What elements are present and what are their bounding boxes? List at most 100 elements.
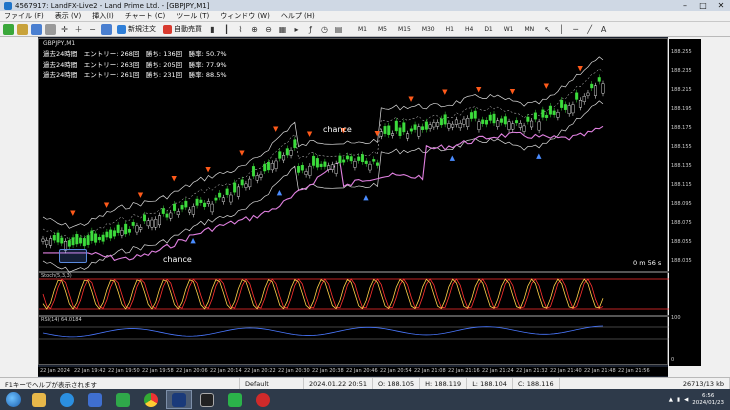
- candle-body: [255, 175, 259, 181]
- candle-body: [79, 237, 83, 244]
- volume-icon[interactable]: ◀: [684, 397, 688, 403]
- autoscroll-icon[interactable]: ▸: [291, 24, 302, 35]
- taskbar-mt4[interactable]: [110, 390, 136, 409]
- candle-body: [199, 199, 203, 204]
- panel-separator: [39, 315, 669, 317]
- candle-body: [484, 120, 488, 125]
- taskbar-recorder[interactable]: [250, 390, 276, 409]
- status-open: O: 188.105: [373, 377, 421, 390]
- taskbar-mt4-active[interactable]: [166, 390, 192, 409]
- x-tick: 22 Jan 20:06: [176, 368, 208, 374]
- candle-body: [492, 113, 496, 124]
- auto-trade-button[interactable]: 自動売買: [163, 24, 202, 34]
- minimize-button[interactable]: –: [676, 1, 694, 10]
- tf-w1[interactable]: W1: [504, 26, 514, 33]
- tf-d1[interactable]: D1: [484, 26, 492, 33]
- new-order-button[interactable]: 新規注文: [117, 24, 156, 34]
- tray-up-icon[interactable]: ▲: [669, 397, 673, 403]
- market-watch-icon[interactable]: [31, 23, 42, 35]
- candle-body: [233, 182, 237, 193]
- candle-body: [139, 227, 143, 230]
- menu-help[interactable]: ヘルプ (H): [281, 11, 315, 21]
- candle-body: [71, 237, 75, 246]
- sell-arrow: ▼: [408, 95, 414, 103]
- stoch-main: [42, 278, 604, 310]
- taskbar-explorer[interactable]: [26, 390, 52, 409]
- chart-window[interactable]: ▼ ▼ ▼ ▼ ▼ ▼ ▼ ▼ ▼ ▼ ▼ ▼ ▼ ▼ ▼ ▼ ▲ ▲ ▲ ▲ ▲ GBPJPY,M1 過去24時間 エ…: [38, 38, 701, 366]
- candle-body: [225, 188, 229, 195]
- candle-body: [236, 186, 240, 197]
- candle-body: [357, 156, 361, 161]
- sell-arrow: ▼: [577, 64, 583, 72]
- candle-body: [161, 208, 165, 214]
- network-icon[interactable]: ▮: [677, 397, 680, 403]
- taskbar-app[interactable]: [194, 390, 220, 409]
- candle-body: [300, 165, 304, 171]
- sell-arrow: ▼: [510, 88, 516, 96]
- candle-body: [383, 126, 387, 134]
- vertical-line-icon[interactable]: │: [556, 24, 567, 35]
- tile-icon[interactable]: [101, 23, 112, 35]
- taskbar-media[interactable]: [82, 390, 108, 409]
- indicators-icon[interactable]: ƒ: [305, 24, 316, 35]
- tf-m30[interactable]: M30: [422, 26, 435, 33]
- menu-window[interactable]: ウィンドウ (W): [220, 11, 270, 21]
- candle-body: [105, 231, 109, 238]
- candlestick-icon[interactable]: ┃: [221, 24, 232, 35]
- crosshair-icon[interactable]: ✛: [59, 24, 70, 35]
- zoom-out-icon[interactable]: −: [87, 24, 98, 35]
- status-low: L: 188.104: [467, 377, 513, 390]
- trendline-icon[interactable]: ╱: [584, 24, 595, 35]
- symbol-header: GBPJPY,M1: [43, 40, 76, 47]
- maximize-button[interactable]: □: [694, 1, 712, 10]
- templates-icon[interactable]: ▤: [333, 24, 344, 35]
- menu-file[interactable]: ファイル (F): [4, 11, 44, 21]
- cursor-icon[interactable]: ↖: [542, 24, 553, 35]
- candle-body: [342, 159, 346, 163]
- text-tool-icon[interactable]: A: [598, 24, 609, 35]
- candle-body: [210, 203, 214, 213]
- zoom-in-icon[interactable]: ＋: [73, 24, 84, 35]
- taskbar-edge[interactable]: [54, 390, 80, 409]
- data-window-icon[interactable]: [45, 23, 56, 35]
- tf-m1[interactable]: M1: [358, 26, 367, 33]
- tf-m5[interactable]: M5: [378, 26, 387, 33]
- candle-body: [530, 120, 534, 128]
- close-button[interactable]: ✕: [712, 1, 730, 10]
- clock[interactable]: 6:56 2024/01/23: [692, 393, 724, 407]
- horizontal-line-icon[interactable]: ─: [570, 24, 581, 35]
- magnify-plus-icon[interactable]: ⊕: [249, 24, 260, 35]
- menu-view[interactable]: 表示 (V): [55, 11, 81, 21]
- bar-chart-icon[interactable]: ▮: [207, 24, 218, 35]
- stats-line-1: 過去24時間 エントリー: 268回 勝ち: 136回 勝率: 50.7%: [43, 50, 227, 58]
- start-button[interactable]: [0, 390, 26, 409]
- price-chart[interactable]: ▼▼▼▼▼▼▼▼ ▼ ▼▼▼ ▼ ▼▼▼▲▲▲▲ ▲: [39, 39, 669, 366]
- candle-body: [195, 198, 199, 206]
- x-tick: 22 Jan 20:38: [312, 368, 344, 374]
- candle-body: [90, 230, 94, 241]
- x-tick: 22 Jan 20:54: [380, 368, 412, 374]
- menu-insert[interactable]: 挿入(I): [92, 11, 114, 21]
- tf-h1[interactable]: H1: [446, 26, 454, 33]
- periods-icon[interactable]: ◷: [319, 24, 330, 35]
- profiles-icon[interactable]: [17, 23, 28, 35]
- candle-body: [590, 83, 594, 89]
- taskbar-chrome[interactable]: [138, 390, 164, 409]
- grid-icon[interactable]: ▦: [277, 24, 288, 35]
- buy-arrow: ▲: [190, 236, 196, 244]
- tf-mn[interactable]: MN: [525, 26, 535, 33]
- x-tick: 22 Jan 20:22: [244, 368, 276, 374]
- taskbar-line[interactable]: [222, 390, 248, 409]
- line-chart-icon[interactable]: ⌇: [235, 24, 246, 35]
- magnify-minus-icon[interactable]: ⊖: [263, 24, 274, 35]
- candle-body: [60, 237, 64, 244]
- new-chart-icon[interactable]: [3, 23, 14, 35]
- tf-m15[interactable]: M15: [398, 26, 411, 33]
- candle-body: [112, 230, 116, 237]
- menu-chart[interactable]: チャート (C): [125, 11, 166, 21]
- x-tick: 22 Jan 19:50: [108, 368, 140, 374]
- x-tick: 22 Jan 19:42: [74, 368, 106, 374]
- menu-tools[interactable]: ツール (T): [176, 11, 209, 21]
- line-icon: [228, 392, 242, 407]
- tf-h4[interactable]: H4: [465, 26, 473, 33]
